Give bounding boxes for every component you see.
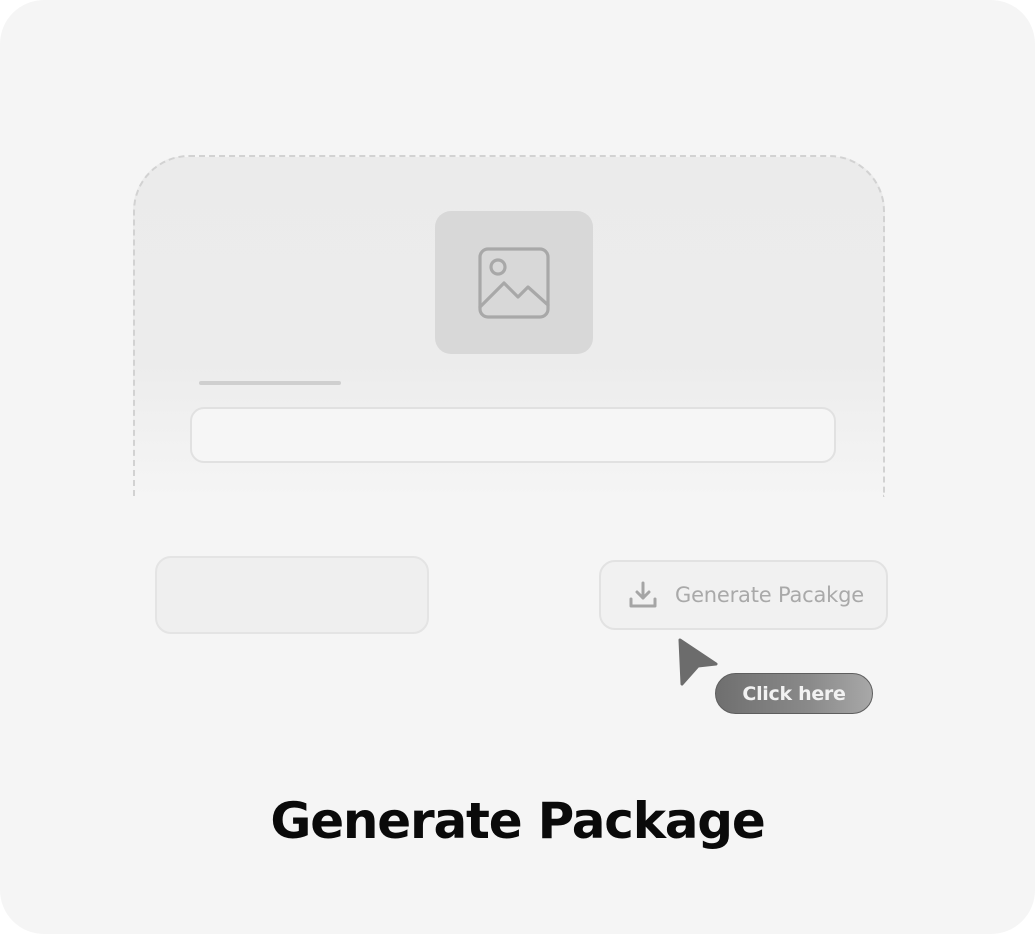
- tooltip-label: Click here: [742, 682, 846, 705]
- text-input[interactable]: [190, 407, 836, 463]
- image-placeholder: [435, 211, 593, 354]
- upload-panel[interactable]: [133, 155, 885, 497]
- card: Generate Pacakge Click here Generate Pac…: [0, 0, 1035, 934]
- secondary-button[interactable]: [155, 556, 429, 634]
- generate-package-button[interactable]: Generate Pacakge: [599, 560, 888, 630]
- generate-package-button-label: Generate Pacakge: [675, 583, 864, 607]
- page-title: Generate Package: [270, 792, 765, 850]
- image-placeholder-icon: [478, 246, 550, 319]
- cursor-arrow-icon: [676, 638, 720, 688]
- click-here-tooltip: Click here: [715, 673, 873, 714]
- field-label-placeholder: [199, 381, 341, 385]
- download-icon: [627, 579, 659, 611]
